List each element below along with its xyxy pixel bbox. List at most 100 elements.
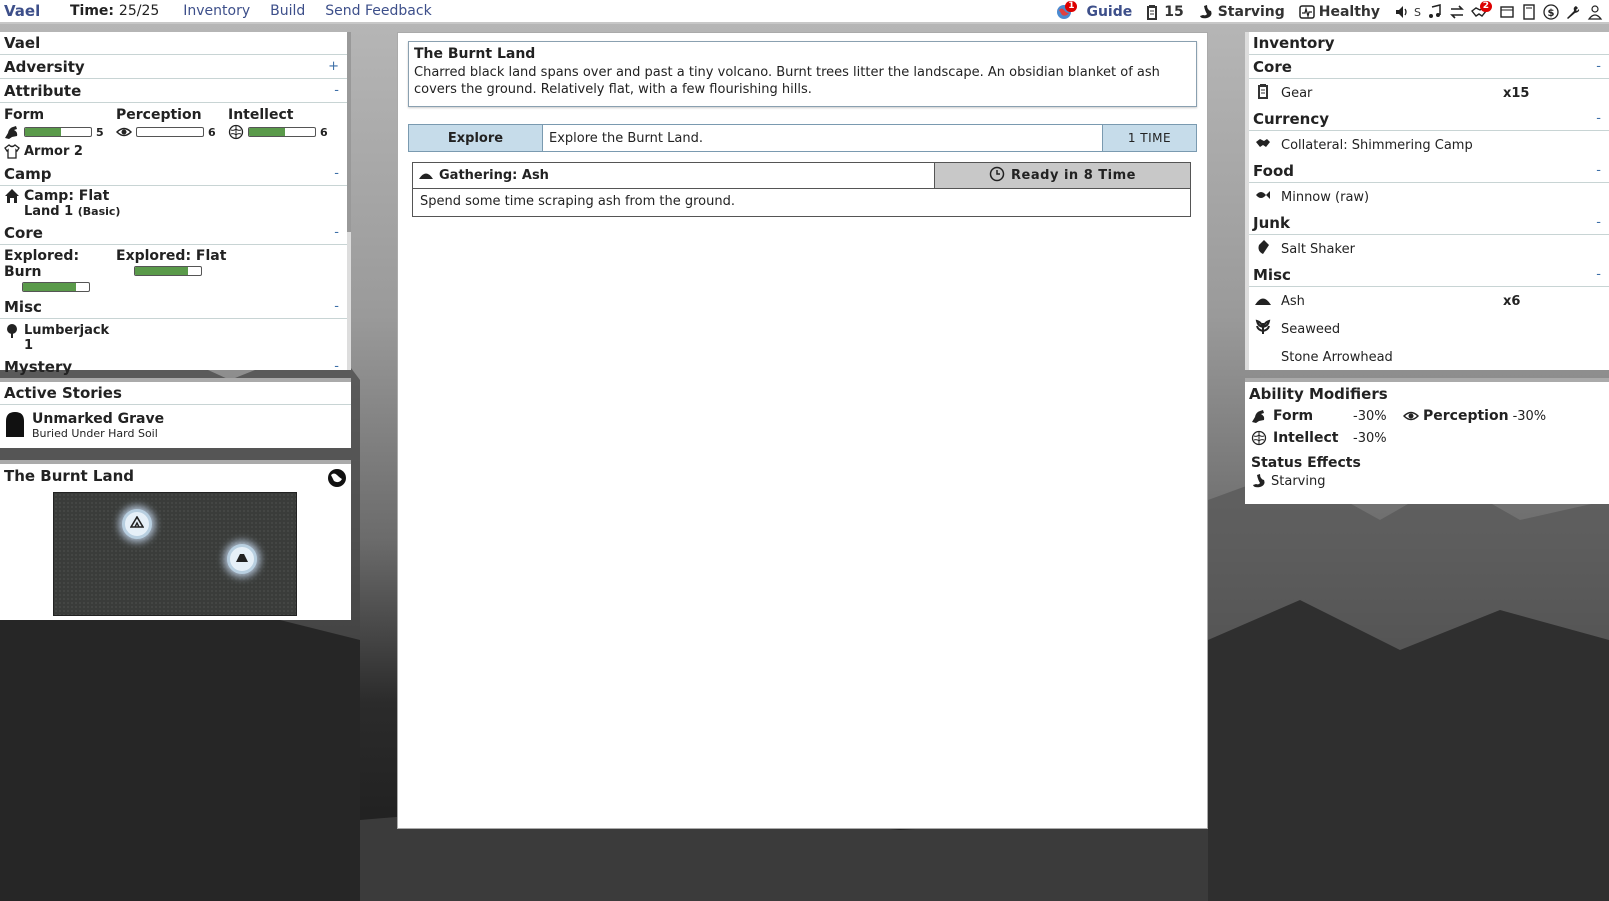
inventory-section-label: Core [1253, 57, 1292, 76]
gathering-ready-button[interactable]: Ready in 8 Time [934, 163, 1190, 188]
misc-section[interactable]: Misc - [0, 295, 347, 319]
sound-toggle[interactable]: S [1394, 4, 1421, 20]
inventory-item[interactable]: Salt Shaker [1249, 235, 1609, 263]
inventory-item[interactable]: Seaweed [1249, 315, 1609, 343]
panel-button[interactable] [1499, 4, 1515, 20]
attribute-perception[interactable]: Perception 6 [116, 107, 228, 140]
inventory-section-currency[interactable]: Currency - [1249, 107, 1609, 131]
inventory-section-core[interactable]: Core - [1249, 55, 1609, 79]
hunger-label: Starving [1217, 4, 1285, 20]
location-description: The Burnt Land Charred black land spans … [408, 41, 1197, 107]
modifier-form-value: -30% [1353, 408, 1387, 424]
account-button[interactable] [1587, 4, 1603, 20]
inventory-item[interactable]: Collateral: Shimmering Camp [1249, 131, 1609, 159]
character-panel-scrollbar[interactable] [347, 32, 351, 232]
inventory-section-label: Food [1253, 161, 1294, 180]
inventory-item[interactable]: Ash x6 [1249, 287, 1609, 315]
status-effect-label: Starving [1271, 473, 1326, 489]
explored-burn[interactable]: Explored: Burn [4, 248, 116, 292]
camp-land-tier: (Basic) [77, 205, 121, 218]
attribute-toggle[interactable]: - [334, 83, 343, 98]
inventory-section-misc[interactable]: Misc - [1249, 263, 1609, 287]
trade-button[interactable]: 2 [1471, 1, 1492, 20]
core-list: Explored: Burn Explored: Flat [0, 245, 347, 295]
mystery-toggle[interactable]: - [334, 359, 343, 374]
camp-toggle[interactable]: - [334, 166, 343, 181]
volcano-map-marker[interactable] [227, 544, 257, 574]
attribute-intellect-label: Intellect [228, 107, 294, 123]
character-name: Vael [4, 34, 41, 52]
camp-land-label: Land 1 [24, 204, 74, 219]
trade-badge: 2 [1479, 1, 1492, 12]
core-toggle[interactable]: - [334, 225, 343, 240]
camp-map-marker[interactable] [122, 509, 152, 539]
inventory-item-name: Ash [1281, 293, 1305, 309]
camp-info[interactable]: Camp: Flat Land 1 (Basic) [0, 186, 347, 221]
attribute-form-value: 5 [96, 125, 104, 139]
inventory-section-toggle[interactable]: - [1596, 111, 1605, 126]
inventory-section-junk[interactable]: Junk - [1249, 211, 1609, 235]
gear-icon [1144, 4, 1160, 20]
handshake-icon [1255, 135, 1281, 155]
world-map-button[interactable] [327, 468, 347, 492]
lumberjack-skill[interactable]: Lumberjack 1 [0, 319, 347, 355]
sound-label: S [1414, 5, 1421, 19]
globe-icon [327, 469, 347, 492]
gravestone-icon [4, 411, 26, 441]
explore-button[interactable]: Explore [409, 125, 543, 151]
modifier-intellect-value: -30% [1353, 430, 1387, 446]
adversity-toggle[interactable]: + [328, 59, 343, 74]
core-section[interactable]: Core - [0, 221, 347, 245]
inventory-section-food[interactable]: Food - [1249, 159, 1609, 183]
swap-button[interactable] [1449, 4, 1465, 20]
status-effect-starving[interactable]: Starving [1245, 473, 1609, 489]
inventory-item[interactable]: Minnow (raw) [1249, 183, 1609, 211]
inventory-section-toggle[interactable]: - [1596, 59, 1605, 74]
modifier-perception-label: Perception [1423, 408, 1509, 424]
attribute-section[interactable]: Attribute - [0, 79, 347, 103]
attribute-form[interactable]: Form 5 [4, 107, 116, 140]
map-title: The Burnt Land [4, 466, 134, 485]
armor-display[interactable]: Armor 2 [0, 140, 347, 162]
nav-feedback-link[interactable]: Send Feedback [325, 3, 431, 19]
explored-flat[interactable]: Explored: Flat [116, 248, 228, 292]
misc-toggle[interactable]: - [334, 299, 343, 314]
currency-button[interactable]: $ [1543, 4, 1559, 20]
journal-button[interactable] [1521, 4, 1537, 20]
inventory-section-toggle[interactable]: - [1596, 163, 1605, 178]
health-status[interactable]: Healthy [1299, 4, 1380, 20]
hunger-status[interactable]: Starving [1198, 4, 1285, 20]
inventory-item[interactable]: Stone Arrowhead [1249, 343, 1609, 371]
inventory-section-toggle[interactable]: - [1596, 267, 1605, 282]
player-name[interactable]: Vael [0, 2, 70, 20]
inventory-item[interactable]: Gear x15 [1249, 79, 1609, 107]
brain-icon [228, 124, 244, 140]
explored-flat-bar [134, 266, 202, 276]
money-display: 15 [1144, 4, 1184, 20]
world-globe-button[interactable]: 1 [1056, 1, 1078, 20]
music-toggle[interactable] [1427, 4, 1443, 20]
misc-label: Misc [4, 297, 42, 316]
inventory-section-toggle[interactable]: - [1596, 215, 1605, 230]
gathering-title: Gathering: Ash [439, 168, 549, 183]
inventory-item-name: Gear [1281, 85, 1313, 101]
inventory-title: Inventory [1253, 34, 1335, 52]
active-stories-label: Active Stories [4, 384, 122, 402]
fish-icon [1255, 187, 1281, 207]
nav-build-link[interactable]: Build [270, 3, 305, 19]
attribute-intellect[interactable]: Intellect 6 [228, 107, 340, 140]
region-map[interactable] [53, 492, 297, 616]
mystery-section[interactable]: Mystery - [0, 355, 347, 379]
lumberjack-level: 1 [24, 338, 34, 353]
top-bar-status: 1 Guide 15 Starving Healthy S 2 $ [1056, 0, 1603, 24]
nav-inventory-link[interactable]: Inventory [183, 3, 250, 19]
settings-button[interactable] [1565, 4, 1581, 20]
adversity-section[interactable]: Adversity + [0, 55, 347, 79]
camp-section[interactable]: Camp - [0, 162, 347, 186]
flexed-arm-icon [4, 124, 20, 140]
top-bar: Vael Time: 25/25 Inventory Build Send Fe… [0, 0, 1609, 24]
adversity-label: Adversity [4, 57, 85, 76]
inventory-section-label: Currency [1253, 109, 1330, 128]
guide-button[interactable]: Guide [1086, 4, 1132, 20]
story-item[interactable]: Unmarked Grave Buried Under Hard Soil [0, 405, 351, 447]
